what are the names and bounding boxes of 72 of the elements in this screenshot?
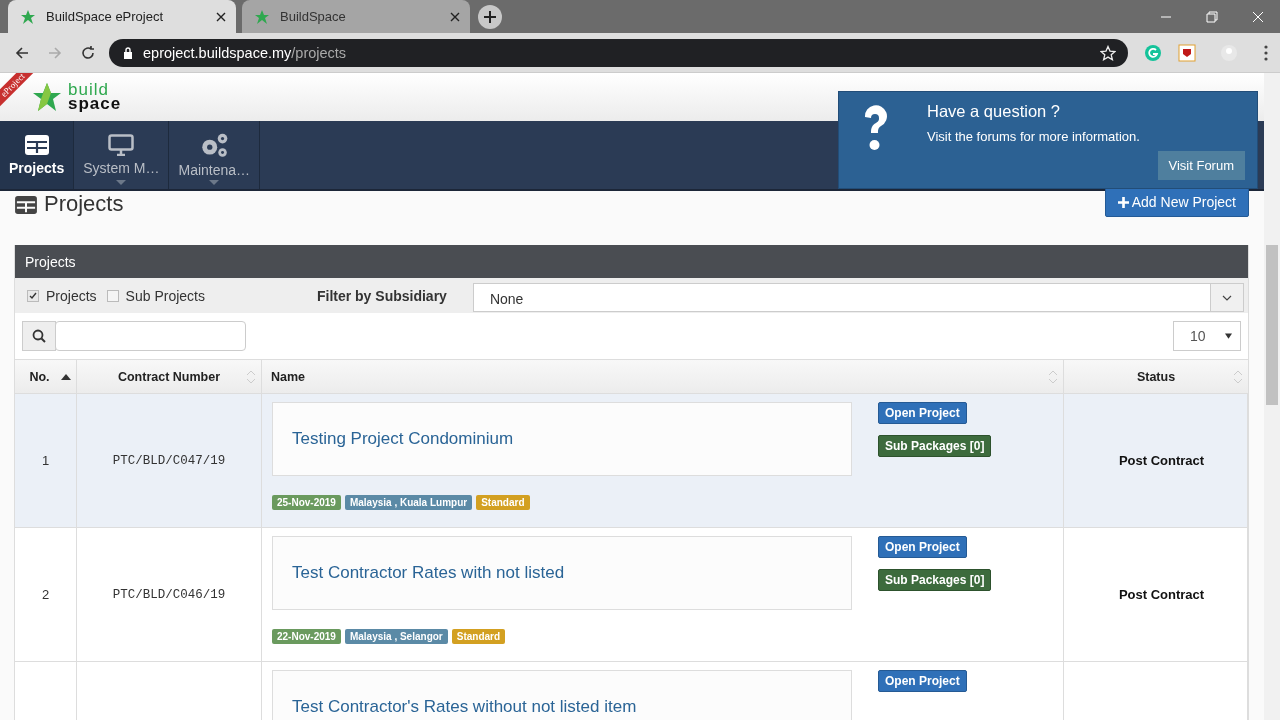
tag: Standard [476,495,530,510]
table-cell: PTC/BLD/C046/19 [112,587,226,602]
sub-packages-button[interactable]: Sub Packages [0] [878,569,992,591]
logo-text: build [68,83,110,97]
tag: Standard [451,629,506,644]
shield-icon[interactable] [1178,43,1196,62]
menu-icon[interactable] [1264,44,1268,61]
tag: Malaysia , Kuala Lumpur [344,495,473,510]
table-row[interactable]: 2 PTC/BLD/C046/19 Test Contractor Rates with not listed 22-Nov-2019 Malaysia , Selangor Standard Open Project Sub Packages [0] Post Contract [15,528,1248,662]
panel-header: Projects [15,245,1248,278]
table-cell-text: Post Contract [1117,587,1205,602]
page-size-select[interactable]: 10 [1173,321,1241,351]
open-project-button[interactable]: Open Project [878,402,967,424]
browser-tab[interactable]: BuildSpace eProject [8,0,236,33]
checkbox[interactable] [27,289,39,302]
address-bar[interactable]: eproject.buildspace.my/projects [109,38,1128,67]
tag: 25-Nov-2019 [272,495,341,510]
browser-tab[interactable]: BuildSpace [242,0,470,33]
project-link[interactable]: Test Contractor Rates with not listed [292,563,565,583]
caret-icon [1225,333,1232,339]
column-header[interactable]: Contract Number [77,360,262,393]
column-header[interactable]: Name [262,360,1064,393]
search-field[interactable] [22,321,246,351]
add-project-button[interactable]: Add New Project [1104,187,1249,217]
caret-icon [116,180,127,185]
table-cell: 2 [41,587,50,602]
page-title: Projects [44,191,124,217]
table-cell: 1 [41,453,50,468]
tag: Malaysia , Selangor [344,629,448,644]
star-icon [254,8,270,25]
grid-icon [23,134,50,156]
back-icon[interactable] [14,44,30,61]
sub-packages-button[interactable]: Sub Packages [0] [878,435,992,457]
popup-title: Have a question ? [927,102,1061,121]
grid-icon [14,195,38,215]
close-icon[interactable] [450,11,460,22]
project-link[interactable]: Testing Project Condominium [292,429,514,449]
star-icon[interactable] [1100,44,1116,61]
close-icon[interactable] [216,11,226,22]
table-cell-text: Post Contract [1117,453,1205,468]
chevron-down-icon [1222,294,1232,301]
monitor-icon [108,134,135,156]
plus-icon[interactable] [478,4,502,29]
lock-icon [123,46,133,59]
column-header[interactable]: No. [15,360,77,393]
popup-text: Visit the forums for more information. [927,129,1140,144]
visit-forum-button[interactable]: Visit Forum [1157,151,1245,180]
table-row[interactable]: 1 PTC/BLD/C047/19 Testing Project Condominium 25-Nov-2019 Malaysia , Kuala Lumpur Standard Open Project Sub Packages [0] Post Contract [15,394,1248,528]
tag: 22-Nov-2019 [272,629,341,644]
plus-icon [1117,196,1129,208]
checkbox[interactable] [106,289,119,302]
project-link[interactable]: Test Contractor's Rates without not listed item [292,697,637,717]
scrollbar[interactable] [1264,73,1280,720]
star-logo-icon [32,82,62,112]
checkbox-label: Projects [46,287,97,304]
logo-text: space [68,97,122,111]
open-project-button[interactable]: Open Project [878,536,967,558]
subsidiary-select[interactable]: None [472,283,1244,312]
reload-icon[interactable] [80,44,96,61]
checkbox-label: Sub Projects [125,287,205,304]
nav-item[interactable]: Maintena… [169,121,261,189]
nav-item[interactable]: System M… [74,121,170,189]
nav-item[interactable]: Projects [0,121,75,189]
search-icon [32,329,46,343]
table-row[interactable]: Test Contractor's Rates without not listed item Open Project [15,662,1248,720]
open-project-button[interactable]: Open Project [878,670,967,692]
column-header[interactable]: Status [1064,360,1248,393]
star-icon [20,8,36,25]
table-cell: PTC/BLD/C047/19 [112,453,226,468]
filter-label: Filter by Subsidiary [316,287,447,304]
restore-icon[interactable] [1206,10,1218,23]
caret-icon [209,180,220,185]
